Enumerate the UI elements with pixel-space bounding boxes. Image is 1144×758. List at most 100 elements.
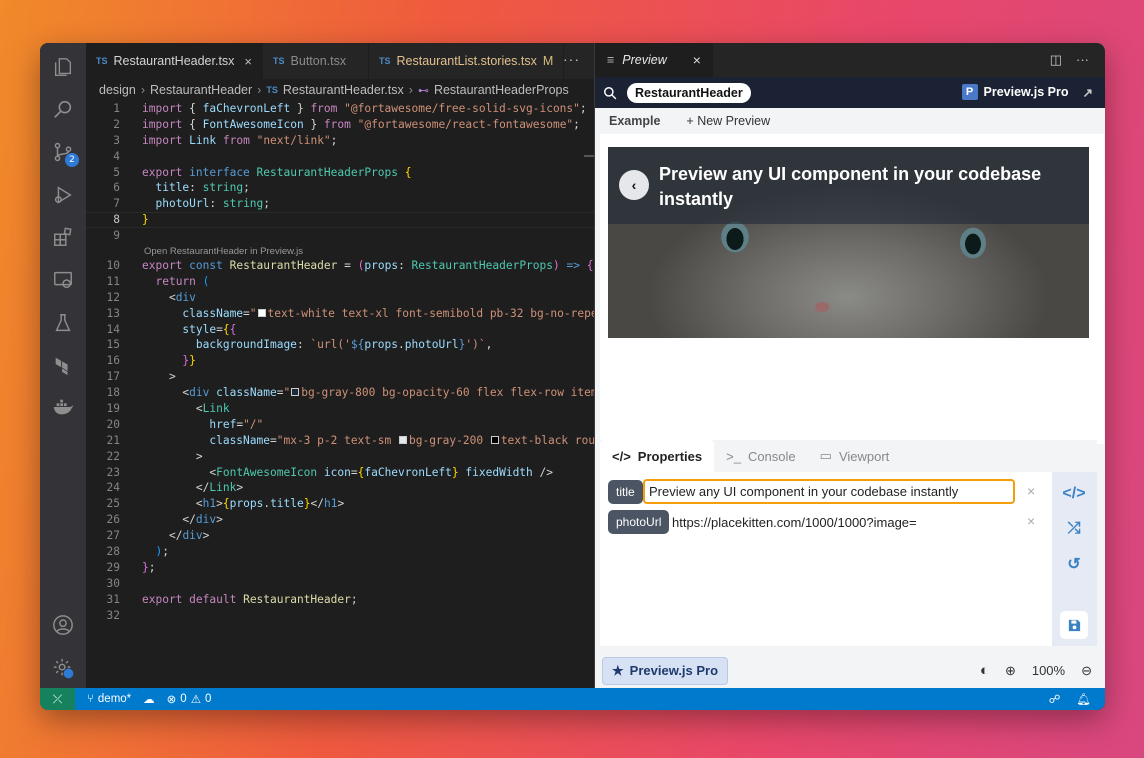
more-actions-icon[interactable]: ··· bbox=[563, 51, 580, 67]
new-preview-button[interactable]: + New Preview bbox=[686, 114, 770, 128]
modified-indicator: M bbox=[542, 54, 554, 68]
code-line: 23 <FontAwesomeIcon icon={faChevronLeft}… bbox=[106, 465, 554, 479]
source-control-icon[interactable]: 2 bbox=[51, 140, 79, 167]
tab-label: RestaurantList.stories.tsx bbox=[396, 54, 537, 68]
search-icon[interactable] bbox=[603, 86, 617, 100]
code-line: 3 import Link from "next/link"; bbox=[113, 133, 338, 147]
tab-preview[interactable]: ≡ Preview × bbox=[595, 43, 713, 77]
code-icon: </> bbox=[612, 448, 631, 464]
docker-icon[interactable] bbox=[51, 395, 75, 419]
zoom-in-icon[interactable]: ⊕ bbox=[1005, 663, 1016, 679]
terraform-icon[interactable] bbox=[51, 353, 75, 377]
run-debug-icon[interactable] bbox=[51, 183, 75, 207]
preview-tab-bar: ≡ Preview × ◫ ··· bbox=[595, 43, 1105, 77]
contrast-icon[interactable]: ◐ bbox=[980, 662, 989, 679]
account-icon[interactable] bbox=[51, 613, 75, 637]
code-area[interactable]: 1 import { faChevronLeft } from "@fortawe… bbox=[86, 101, 594, 641]
code-line: 32 bbox=[106, 608, 120, 622]
bell-icon[interactable]: 🔔︎ bbox=[1076, 692, 1091, 706]
remote-icon[interactable]: ⤫ bbox=[40, 688, 75, 710]
code-line: 31 export default RestaurantHeader; bbox=[106, 592, 358, 606]
bottom-panel: </> Properties >_ Console ▭ Viewport tit… bbox=[600, 440, 1097, 646]
previewjs-logo-icon: P bbox=[961, 84, 978, 100]
code-line: 6 title: string; bbox=[113, 181, 250, 195]
code-line: 10 export const RestaurantHeader = (props… bbox=[106, 259, 594, 273]
testing-icon[interactable] bbox=[51, 311, 75, 335]
code-line: 12 <div bbox=[106, 290, 196, 304]
breadcrumb-item[interactable]: RestaurantHeader.tsx bbox=[283, 83, 404, 97]
tab-restaurant-list-stories[interactable]: TS RestaurantList.stories.tsx M bbox=[369, 43, 565, 79]
codelens-open-preview[interactable]: Open RestaurantHeader in Preview.js bbox=[86, 246, 594, 258]
breadcrumb: design › RestaurantHeader › TS Restauran… bbox=[86, 79, 594, 101]
error-count: 0 bbox=[180, 693, 187, 705]
prop-label: photoUrl bbox=[608, 510, 670, 534]
zoom-out-icon[interactable]: ⊖ bbox=[1081, 663, 1092, 679]
chevron-left-icon[interactable]: ‹ bbox=[619, 170, 649, 200]
more-actions-icon[interactable]: ··· bbox=[1076, 52, 1089, 68]
preview-panel: ≡ Preview × ◫ ··· RestaurantHeader P Pre… bbox=[594, 43, 1105, 688]
preview-header: RestaurantHeader P Preview.js Pro ↗ bbox=[595, 77, 1105, 108]
save-icon[interactable] bbox=[1060, 611, 1088, 639]
breadcrumb-item[interactable]: RestaurantHeader bbox=[150, 83, 252, 97]
shuffle-icon[interactable]: ⤮ bbox=[1060, 515, 1088, 543]
code-line: 4 bbox=[113, 149, 120, 163]
tab-label: Button.tsx bbox=[290, 54, 347, 68]
explorer-icon[interactable] bbox=[51, 55, 75, 79]
prop-label: title bbox=[608, 480, 643, 504]
tab-example[interactable]: Example bbox=[609, 114, 660, 128]
breadcrumb-item[interactable]: design bbox=[99, 83, 136, 97]
extensions-icon[interactable] bbox=[51, 225, 75, 249]
tab-restaurant-header[interactable]: TS RestaurantHeader.tsx × bbox=[86, 43, 264, 79]
scm-badge: 2 bbox=[65, 153, 79, 167]
chevron-right-icon: › bbox=[408, 83, 413, 97]
code-line: 17 > bbox=[106, 370, 176, 384]
clear-icon[interactable]: × bbox=[1027, 513, 1035, 529]
branch-name: demo* bbox=[97, 693, 132, 705]
code-line: 20 href="/" bbox=[106, 417, 264, 431]
zoom-level: 100% bbox=[1031, 663, 1066, 678]
close-icon[interactable]: × bbox=[244, 54, 252, 69]
prop-row-photo-url: photoUrl bbox=[608, 510, 670, 534]
settings-gear-icon[interactable] bbox=[51, 656, 75, 680]
scrollbar-marker bbox=[584, 155, 594, 157]
branch-indicator[interactable]: ⑂ demo* bbox=[87, 693, 131, 705]
clear-icon[interactable]: × bbox=[1027, 483, 1035, 499]
code-line: 19 <Link bbox=[106, 402, 230, 416]
code-line: 13 className=" text-white text-xl font-se… bbox=[106, 306, 594, 320]
error-icon: ⊗ bbox=[166, 694, 177, 706]
prop-actions: </> ⤮ ↺ bbox=[1052, 472, 1097, 646]
prop-row-title: title bbox=[608, 480, 643, 504]
tab-label: Console bbox=[747, 448, 796, 464]
code-line: 8} bbox=[86, 212, 594, 229]
code-line: 24 </Link> bbox=[106, 481, 244, 495]
remote-explorer-icon[interactable] bbox=[51, 268, 75, 292]
feedback-icon[interactable]: ☍ bbox=[1049, 692, 1061, 706]
preview-pro-link[interactable]: P Preview.js Pro ↗ bbox=[961, 84, 1093, 100]
typescript-icon: TS bbox=[273, 56, 285, 66]
tab-label: Properties bbox=[637, 448, 703, 464]
sync-icon[interactable]: ☁ bbox=[143, 692, 155, 706]
split-editor-icon[interactable]: ◫ bbox=[1050, 52, 1062, 68]
tab-properties[interactable]: </> Properties bbox=[600, 440, 715, 472]
problems-indicator[interactable]: ⊗ 0 ⚠ 0 bbox=[167, 692, 212, 706]
tab-button[interactable]: TS Button.tsx bbox=[263, 43, 370, 79]
search-icon[interactable] bbox=[51, 97, 75, 121]
title-input[interactable]: Preview any UI component in your codebas… bbox=[643, 479, 1015, 504]
breadcrumb-item[interactable]: RestaurantHeaderProps bbox=[434, 83, 569, 97]
preview-pro-button[interactable]: ★ Preview.js Pro bbox=[602, 656, 729, 685]
typescript-icon: TS bbox=[266, 85, 278, 95]
tab-viewport[interactable]: ▭ Viewport bbox=[808, 440, 902, 472]
code-view-icon[interactable]: </> bbox=[1060, 480, 1088, 508]
status-bar: ⤫ ⑂ demo* ☁ ⊗ 0 ⚠ 0 ☍ 🔔︎ bbox=[40, 688, 1105, 710]
chevron-right-icon: › bbox=[140, 83, 146, 97]
activity-bar: 2 bbox=[40, 43, 86, 688]
interface-icon: ⊷ bbox=[417, 84, 429, 97]
photo-url-input[interactable]: https://placekitten.com/1000/1000?image= bbox=[668, 510, 1015, 534]
code-line: 22 > bbox=[106, 449, 203, 463]
editor-tab-bar: TS RestaurantHeader.tsx × TS Button.tsx … bbox=[86, 43, 594, 79]
reset-icon[interactable]: ↺ bbox=[1060, 550, 1088, 578]
component-selector[interactable]: RestaurantHeader bbox=[627, 82, 751, 103]
close-icon[interactable]: × bbox=[693, 52, 701, 68]
code-line: 1 import { faChevronLeft } from "@fortawe… bbox=[113, 102, 587, 115]
tab-console[interactable]: >_ Console bbox=[714, 440, 808, 472]
